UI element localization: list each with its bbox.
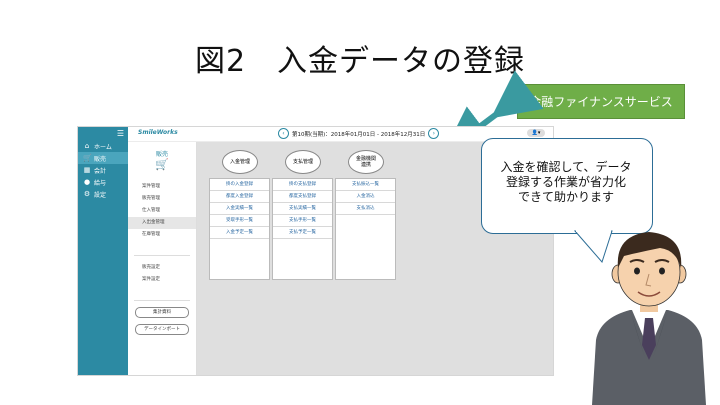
businessman-illustration — [592, 232, 706, 405]
